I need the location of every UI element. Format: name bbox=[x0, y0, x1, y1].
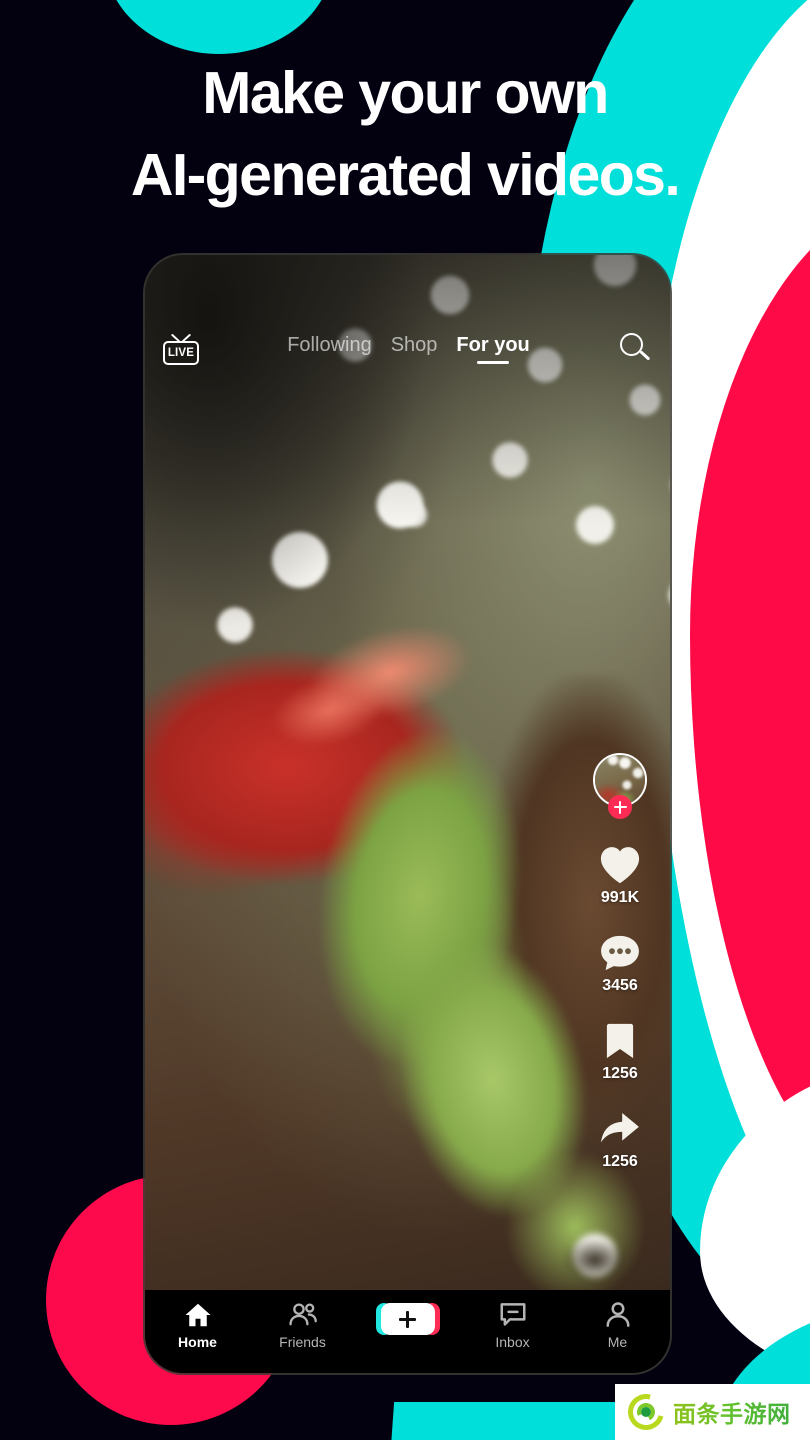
tab-shop[interactable]: Shop bbox=[391, 334, 438, 364]
watermark-text: 面条手游网 bbox=[673, 1395, 791, 1429]
live-tv-icon[interactable]: LIVE bbox=[163, 333, 199, 365]
create-plus-icon[interactable] bbox=[375, 1303, 440, 1335]
nav-label-home: Home bbox=[178, 1334, 217, 1350]
inbox-icon bbox=[500, 1303, 525, 1326]
tab-following[interactable]: Following bbox=[287, 334, 371, 364]
nav-item-me[interactable]: Me bbox=[565, 1301, 670, 1350]
avatar[interactable] bbox=[593, 753, 647, 819]
action-rail: 991K 3456 1256 1256 bbox=[584, 753, 656, 1197]
app-top-bar: LIVE Following Shop For you bbox=[145, 323, 670, 375]
noodle-circle-logo bbox=[621, 1387, 671, 1437]
comment-icon[interactable] bbox=[598, 933, 642, 973]
home-icon bbox=[185, 1303, 210, 1327]
plus-bar-v bbox=[618, 800, 622, 814]
like-count: 991K bbox=[600, 889, 640, 906]
bookmark-icon[interactable] bbox=[598, 1021, 642, 1061]
heart-icon[interactable] bbox=[598, 845, 642, 885]
app-bottom-nav: Home Friends Inbox Me bbox=[145, 1290, 670, 1373]
like-action[interactable]: 991K bbox=[598, 845, 642, 907]
tab-for-you[interactable]: For you bbox=[456, 334, 529, 364]
share-count: 1256 bbox=[602, 1153, 638, 1170]
feed-tabs: Following Shop For you bbox=[199, 334, 618, 364]
person-icon bbox=[606, 1302, 629, 1327]
comment-count: 3456 bbox=[602, 977, 638, 994]
share-action[interactable]: 1256 bbox=[598, 1109, 642, 1171]
nav-label-me: Me bbox=[607, 1334, 628, 1350]
bookmark-action[interactable]: 1256 bbox=[598, 1021, 642, 1083]
friends-icon bbox=[288, 1303, 317, 1326]
create-bar-v bbox=[406, 1310, 409, 1328]
search-icon[interactable] bbox=[618, 332, 652, 366]
live-label: LIVE bbox=[167, 347, 195, 359]
nav-item-create[interactable] bbox=[355, 1301, 460, 1335]
bookmark-count: 1256 bbox=[602, 1065, 638, 1082]
nav-item-inbox[interactable]: Inbox bbox=[460, 1301, 565, 1350]
plus-badge-icon[interactable] bbox=[608, 795, 632, 819]
site-watermark: 面条手游网 bbox=[615, 1384, 810, 1440]
search-handle bbox=[639, 350, 651, 361]
nav-label-inbox: Inbox bbox=[495, 1334, 530, 1350]
nav-label-friends: Friends bbox=[279, 1334, 326, 1350]
nav-item-home[interactable]: Home bbox=[145, 1301, 250, 1350]
comment-action[interactable]: 3456 bbox=[598, 933, 642, 995]
screenshot-canvas: Make your own AI-generated videos. LIVE … bbox=[0, 0, 810, 1440]
nav-item-friends[interactable]: Friends bbox=[250, 1301, 355, 1350]
logo-center-dot bbox=[641, 1407, 651, 1417]
phone-mockup: LIVE Following Shop For you 991K 3456 12… bbox=[145, 255, 670, 1373]
share-icon[interactable] bbox=[598, 1109, 642, 1149]
